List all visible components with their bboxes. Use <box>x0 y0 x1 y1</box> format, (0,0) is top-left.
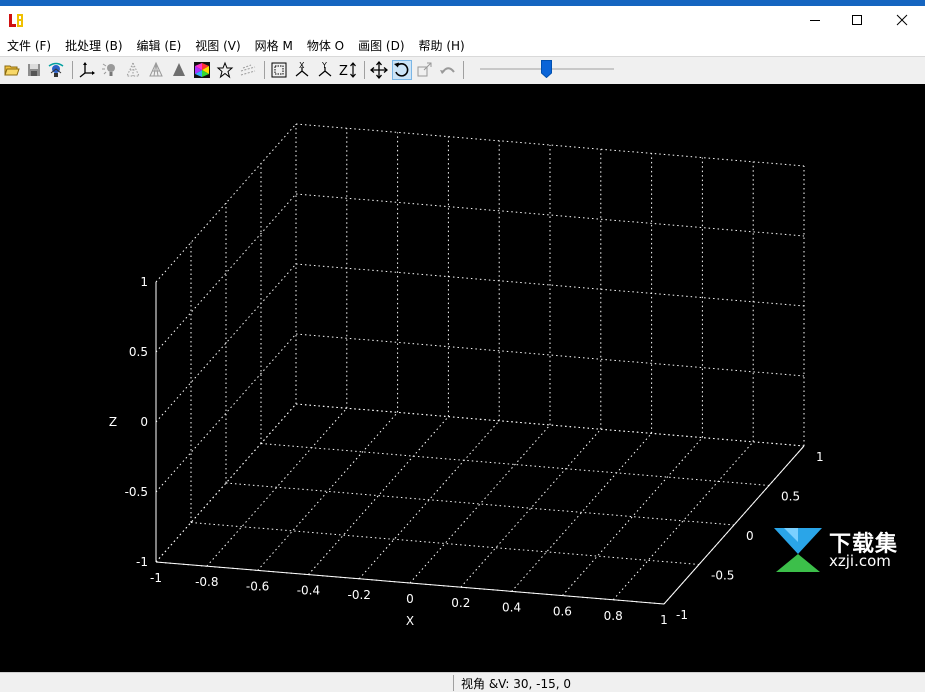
mesh-cone-button[interactable] <box>146 60 166 80</box>
back-wall-grid-line <box>295 193 805 237</box>
scale-button[interactable] <box>415 60 435 80</box>
svg-text:X: X <box>299 61 305 70</box>
axis-y-button[interactable]: Y <box>315 60 335 80</box>
x-axis-title: X <box>406 614 414 628</box>
menu-bar: 文件 (F) 批处理 (B) 编辑 (E) 视图 (V) 网格 M 物体 O 画… <box>0 34 925 56</box>
folder-open-icon <box>4 65 20 76</box>
title-bar <box>0 6 925 34</box>
y-tick-label: 1 <box>816 450 824 464</box>
side-wall-grid-line <box>155 193 297 353</box>
zoom-slider-thumb[interactable] <box>541 60 552 78</box>
watermark-url: xzji.com <box>829 552 891 570</box>
menu-object[interactable]: 物体 O <box>300 37 351 54</box>
x-tick-label: -0.4 <box>297 584 320 598</box>
z-tick-label: -1 <box>136 555 148 569</box>
minimize-icon <box>810 20 820 21</box>
save-button[interactable] <box>24 60 44 80</box>
z-tick-label: 1 <box>140 275 148 289</box>
app-logo-icon <box>8 13 24 28</box>
bounding-box-icon <box>271 62 287 78</box>
menu-file[interactable]: 文件 (F) <box>0 37 58 54</box>
z-tick-label: 0.5 <box>129 345 148 359</box>
satellite-button[interactable] <box>46 60 66 80</box>
solid-cone-icon <box>173 63 185 76</box>
axis-y-icon: Y <box>318 61 332 77</box>
lightbulb-icon <box>102 63 115 76</box>
status-bar: 视角 &V: 30, -15, 0 <box>0 672 925 691</box>
menu-edit[interactable]: 编辑 (E) <box>130 37 189 54</box>
close-icon <box>896 14 908 26</box>
floor-grid-line <box>308 416 449 575</box>
x-tick-label: -0.8 <box>195 575 218 589</box>
y-tick-label: 0.5 <box>781 490 800 504</box>
x-tick-label: 0.2 <box>451 596 470 610</box>
menu-batch[interactable]: 批处理 (B) <box>58 37 129 54</box>
svg-text:Y: Y <box>321 61 327 70</box>
axis-x-button[interactable]: X <box>292 60 312 80</box>
floor-grid-line <box>562 437 703 596</box>
menu-help[interactable]: 帮助 (H) <box>412 37 472 54</box>
rotate-button[interactable] <box>392 60 412 80</box>
dotted-cone-icon <box>126 61 140 77</box>
svg-text:Z: Z <box>339 64 348 79</box>
star-icon <box>216 61 234 79</box>
x-tick-label: 0.4 <box>502 600 521 614</box>
axis-z-icon: Z <box>339 62 356 79</box>
y-tick-label: 0 <box>746 529 754 543</box>
scatter-lines-icon <box>240 64 256 76</box>
star-button[interactable] <box>215 60 235 80</box>
x-tick-label: -0.6 <box>246 579 269 593</box>
light-button[interactable] <box>100 60 120 80</box>
move-arrows-icon <box>370 61 388 79</box>
x-tick-label: 0 <box>406 592 414 606</box>
wire-cone-icon <box>149 61 163 77</box>
mesh-dots-button[interactable] <box>123 60 143 80</box>
minimize-button[interactable] <box>792 6 838 34</box>
z-tick-label: 0 <box>140 415 148 429</box>
undo-rotate-button[interactable] <box>438 60 458 80</box>
box-button[interactable] <box>269 60 289 80</box>
maximize-icon <box>852 15 862 25</box>
close-button[interactable] <box>879 6 925 34</box>
undo-arc-icon <box>440 67 455 74</box>
satellite-icon <box>48 62 64 77</box>
x-tick-label: 0.6 <box>553 605 572 619</box>
move-button[interactable] <box>369 60 389 80</box>
floor-grid-line <box>190 522 700 565</box>
menu-draw[interactable]: 画图 (D) <box>351 37 411 54</box>
menu-view[interactable]: 视图 (V) <box>188 37 247 54</box>
maximize-button[interactable] <box>834 6 880 34</box>
scale-object-icon <box>417 62 432 77</box>
color-palette-button[interactable] <box>192 60 212 80</box>
z-tick-label: -0.5 <box>125 485 148 499</box>
cone-solid-button[interactable] <box>169 60 189 80</box>
axis-x-icon: X <box>295 61 309 77</box>
floppy-disk-icon <box>28 64 40 76</box>
toolbar: X Y Z <box>0 56 925 84</box>
y-tick-label: -1 <box>676 608 688 622</box>
scatter-button[interactable] <box>238 60 258 80</box>
plot-area[interactable]: -1 -0.8 -0.6 -0.4 -0.2 0 0.2 0.4 0.6 0.8 1 -1 -0.5 0 0… <box>0 84 925 672</box>
floor-grid-line <box>409 424 551 584</box>
x-tick-label: -0.2 <box>347 588 370 602</box>
axes-button[interactable] <box>77 60 97 80</box>
x-tick-label: -1 <box>150 571 162 585</box>
floor-grid-line <box>257 412 398 571</box>
rotate-icon <box>394 62 409 77</box>
watermark: 下载集 xzji.com <box>770 524 920 576</box>
plot-canvas[interactable]: -1 -0.8 -0.6 -0.4 -0.2 0 0.2 0.4 0.6 0.8 1 -1 -0.5 0 0… <box>0 84 925 672</box>
open-button[interactable] <box>2 60 22 80</box>
axes-icon <box>79 62 95 78</box>
x-tick-label: 1 <box>660 613 668 627</box>
menu-mesh[interactable]: 网格 M <box>248 37 300 54</box>
x-tick-label: 0.8 <box>604 609 623 623</box>
floor-grid-line <box>460 428 602 588</box>
axis-z-button[interactable]: Z <box>338 60 358 80</box>
color-palette-icon <box>194 62 210 78</box>
y-tick-label: -0.5 <box>711 569 734 583</box>
status-view-angle: 视角 &V: 30, -15, 0 <box>461 677 572 691</box>
floor-grid-line <box>225 482 735 526</box>
z-axis-title: Z <box>109 415 117 429</box>
download-arrow-icon <box>774 528 822 572</box>
